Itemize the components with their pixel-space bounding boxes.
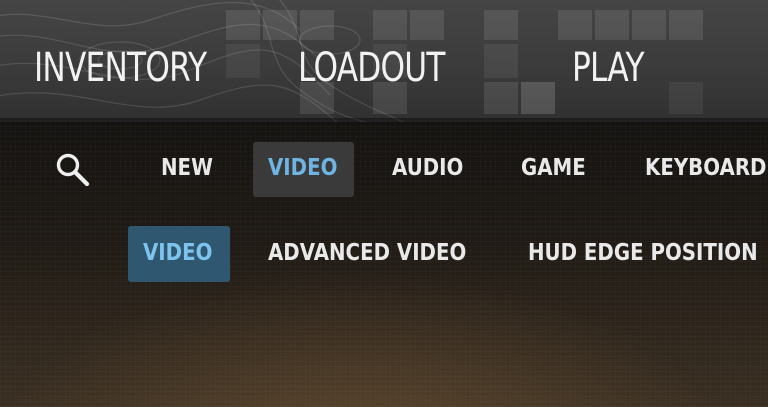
decor-block <box>521 82 555 114</box>
decor-block <box>226 44 260 78</box>
tab-keyboard[interactable]: KEYBOARD <box>645 142 766 194</box>
tab-new[interactable]: NEW <box>161 142 213 194</box>
decor-block <box>226 10 260 40</box>
subtab-hud-edge-position[interactable]: HUD EDGE POSITION <box>528 226 758 280</box>
subtab-advanced-video[interactable]: ADVANCED VIDEO <box>268 226 466 280</box>
tab-game[interactable]: GAME <box>521 142 586 194</box>
decor-block <box>484 82 518 114</box>
decor-block <box>484 10 518 40</box>
subtab-video[interactable]: VIDEO <box>143 226 212 280</box>
decor-block <box>484 44 518 78</box>
nav-play[interactable]: PLAY <box>572 44 645 92</box>
nav-loadout[interactable]: LOADOUT <box>298 44 445 92</box>
decor-block <box>558 10 592 40</box>
decor-block <box>373 10 407 40</box>
tab-video[interactable]: VIDEO <box>268 142 337 194</box>
decor-block <box>669 82 703 114</box>
nav-inventory[interactable]: INVENTORY <box>34 44 207 92</box>
decor-block <box>300 10 334 40</box>
search-button[interactable] <box>52 149 92 189</box>
main-nav-bar: INVENTORY LOADOUT PLAY <box>0 0 768 122</box>
decor-block <box>632 10 666 40</box>
search-icon <box>56 153 90 187</box>
decor-block <box>595 10 629 40</box>
decor-block <box>263 10 297 40</box>
tab-audio[interactable]: AUDIO <box>392 142 463 194</box>
decor-block <box>669 10 703 40</box>
decor-block <box>410 10 444 40</box>
